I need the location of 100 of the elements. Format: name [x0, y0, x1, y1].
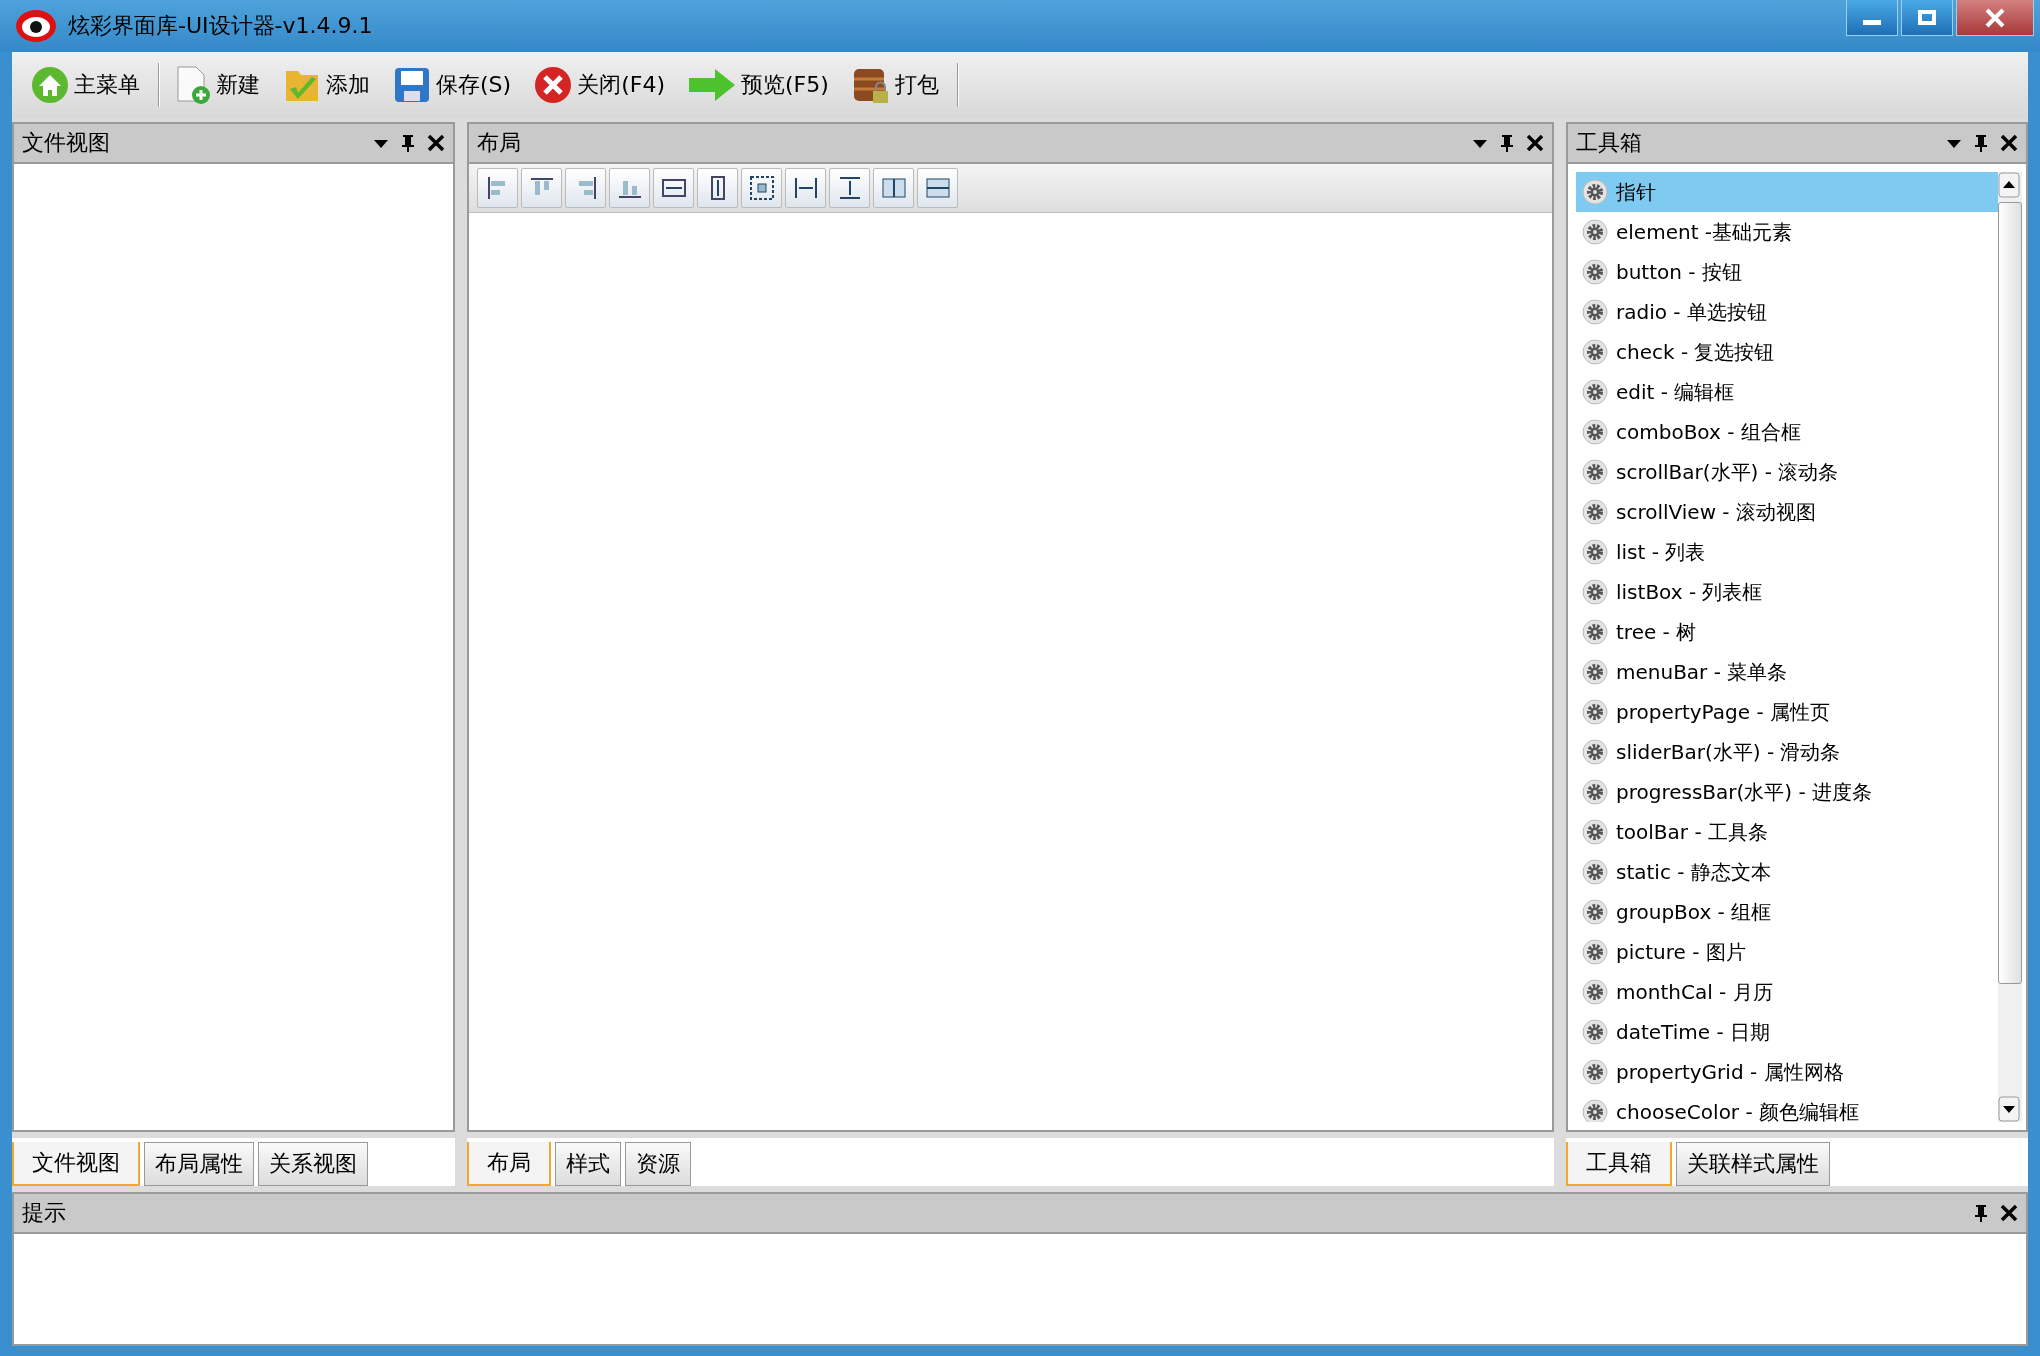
- panel-tab[interactable]: 关系视图: [258, 1142, 368, 1186]
- toolbar-button[interactable]: 新建: [168, 65, 270, 105]
- gear-icon: [1582, 219, 1608, 245]
- toolbar-button[interactable]: 打包: [846, 65, 949, 105]
- align-bottom-icon[interactable]: [609, 168, 650, 208]
- maximize-button[interactable]: [1901, 0, 1953, 36]
- pin-icon[interactable]: [1972, 133, 1990, 153]
- toolbox-item[interactable]: groupBox - 组框: [1576, 892, 1998, 932]
- gear-icon: [1582, 499, 1608, 525]
- panel-tab[interactable]: 样式: [555, 1142, 621, 1186]
- toolbox-item[interactable]: monthCal - 月历: [1576, 972, 1998, 1012]
- scrollbar-track[interactable]: [1998, 172, 2022, 1122]
- toolbox-item[interactable]: radio - 单选按钮: [1576, 292, 1998, 332]
- toolbox-item[interactable]: propertyGrid - 属性网格: [1576, 1052, 1998, 1092]
- pin-icon[interactable]: [399, 133, 417, 153]
- gear-icon: [1582, 859, 1608, 885]
- minimize-button[interactable]: [1846, 0, 1898, 36]
- toolbox-item[interactable]: comboBox - 组合框: [1576, 412, 1998, 452]
- toolbox-item[interactable]: 指针: [1576, 172, 1998, 212]
- close-button[interactable]: [1956, 0, 2034, 36]
- window-title: 炫彩界面库-UI设计器-v1.4.9.1: [68, 12, 373, 40]
- toolbox-item[interactable]: element -基础元素: [1576, 212, 1998, 252]
- panel-title: 工具箱: [1576, 129, 1642, 157]
- panel-tab[interactable]: 工具箱: [1566, 1142, 1672, 1186]
- toolbox-item[interactable]: edit - 编辑框: [1576, 372, 1998, 412]
- pin-icon[interactable]: [1498, 133, 1516, 153]
- toolbox-item[interactable]: button - 按钮: [1576, 252, 1998, 292]
- pin-icon[interactable]: [1972, 1203, 1990, 1223]
- close-icon[interactable]: [427, 134, 445, 152]
- panel-title: 文件视图: [22, 129, 110, 157]
- gear-icon: [1582, 779, 1608, 805]
- toolbox-item[interactable]: propertyPage - 属性页: [1576, 692, 1998, 732]
- align-top-icon[interactable]: [521, 168, 562, 208]
- scroll-thumb[interactable]: [1998, 202, 2022, 984]
- gear-icon: [1582, 1099, 1608, 1122]
- panel-tab[interactable]: 布局: [467, 1142, 551, 1186]
- gear-icon: [1582, 979, 1608, 1005]
- toolbox-item[interactable]: listBox - 列表框: [1576, 572, 1998, 612]
- toolbox-item[interactable]: scrollBar(水平) - 滚动条: [1576, 452, 1998, 492]
- close-icon[interactable]: [1526, 134, 1544, 152]
- panel-tab[interactable]: 布局属性: [144, 1142, 254, 1186]
- panel-title: 布局: [477, 129, 521, 157]
- gear-icon: [1582, 579, 1608, 605]
- toolbox-item[interactable]: picture - 图片: [1576, 932, 1998, 972]
- close-icon: [1983, 6, 2007, 29]
- toolbox-item[interactable]: dateTime - 日期: [1576, 1012, 1998, 1052]
- panel-tab[interactable]: 文件视图: [12, 1142, 140, 1186]
- gear-icon: [1582, 339, 1608, 365]
- toolbar-button[interactable]: 关闭(F4): [529, 65, 675, 105]
- gear-icon: [1582, 179, 1608, 205]
- panel-tab[interactable]: 关联样式属性: [1676, 1142, 1830, 1186]
- align-right-icon[interactable]: [565, 168, 606, 208]
- close-icon[interactable]: [2000, 134, 2018, 152]
- toolbar-button[interactable]: 预览(F5): [682, 65, 839, 105]
- gear-icon: [1582, 819, 1608, 845]
- align-hcenter-icon[interactable]: [873, 168, 914, 208]
- toolbox-item[interactable]: scrollView - 滚动视图: [1576, 492, 1998, 532]
- align-center-icon[interactable]: [741, 168, 782, 208]
- toolbox-item[interactable]: sliderBar(水平) - 滑动条: [1576, 732, 1998, 772]
- gear-icon: [1582, 1019, 1608, 1045]
- close-icon[interactable]: [2000, 1204, 2018, 1222]
- minimize-icon: [1863, 20, 1881, 25]
- gear-icon: [1582, 299, 1608, 325]
- scroll-down-icon[interactable]: [1998, 1096, 2020, 1122]
- gear-icon: [1582, 539, 1608, 565]
- panel-title: 提示: [22, 1199, 66, 1227]
- house-icon: [30, 65, 70, 105]
- toolbox-item[interactable]: toolBar - 工具条: [1576, 812, 1998, 852]
- toolbox-item[interactable]: chooseColor - 颜色编辑框: [1576, 1092, 1998, 1122]
- toolbar-button[interactable]: 主菜单: [26, 65, 150, 105]
- align-left-icon[interactable]: [477, 168, 518, 208]
- gear-icon: [1582, 659, 1608, 685]
- align-vspace-icon[interactable]: [829, 168, 870, 208]
- align-vcenter-icon[interactable]: [917, 168, 958, 208]
- gear-icon: [1582, 899, 1608, 925]
- toolbar-button[interactable]: 保存(S): [388, 65, 522, 105]
- gear-icon: [1582, 379, 1608, 405]
- align-hsize-icon[interactable]: [653, 168, 694, 208]
- toolbox-item[interactable]: static - 静态文本: [1576, 852, 1998, 892]
- gear-icon: [1582, 1059, 1608, 1085]
- toolbox-item[interactable]: check - 复选按钮: [1576, 332, 1998, 372]
- maximize-icon: [1916, 7, 1938, 28]
- eye-logo-icon: [14, 8, 58, 44]
- toolbox-item[interactable]: menuBar - 菜单条: [1576, 652, 1998, 692]
- gear-icon: [1582, 619, 1608, 645]
- gear-icon: [1582, 739, 1608, 765]
- toolbox-item[interactable]: list - 列表: [1576, 532, 1998, 572]
- align-vsize-icon[interactable]: [697, 168, 738, 208]
- panel-tab[interactable]: 资源: [625, 1142, 691, 1186]
- scroll-up-icon[interactable]: [1998, 172, 2020, 198]
- toolbox-item[interactable]: tree - 树: [1576, 612, 1998, 652]
- gear-icon: [1582, 939, 1608, 965]
- toolbox-item[interactable]: progressBar(水平) - 进度条: [1576, 772, 1998, 812]
- close-icon: [533, 65, 574, 105]
- align-hspace-icon[interactable]: [785, 168, 826, 208]
- gear-icon: [1582, 459, 1608, 485]
- save-icon: [392, 65, 432, 105]
- gear-icon: [1582, 419, 1608, 445]
- gear-icon: [1582, 259, 1608, 285]
- toolbar-button[interactable]: 添加: [278, 65, 380, 105]
